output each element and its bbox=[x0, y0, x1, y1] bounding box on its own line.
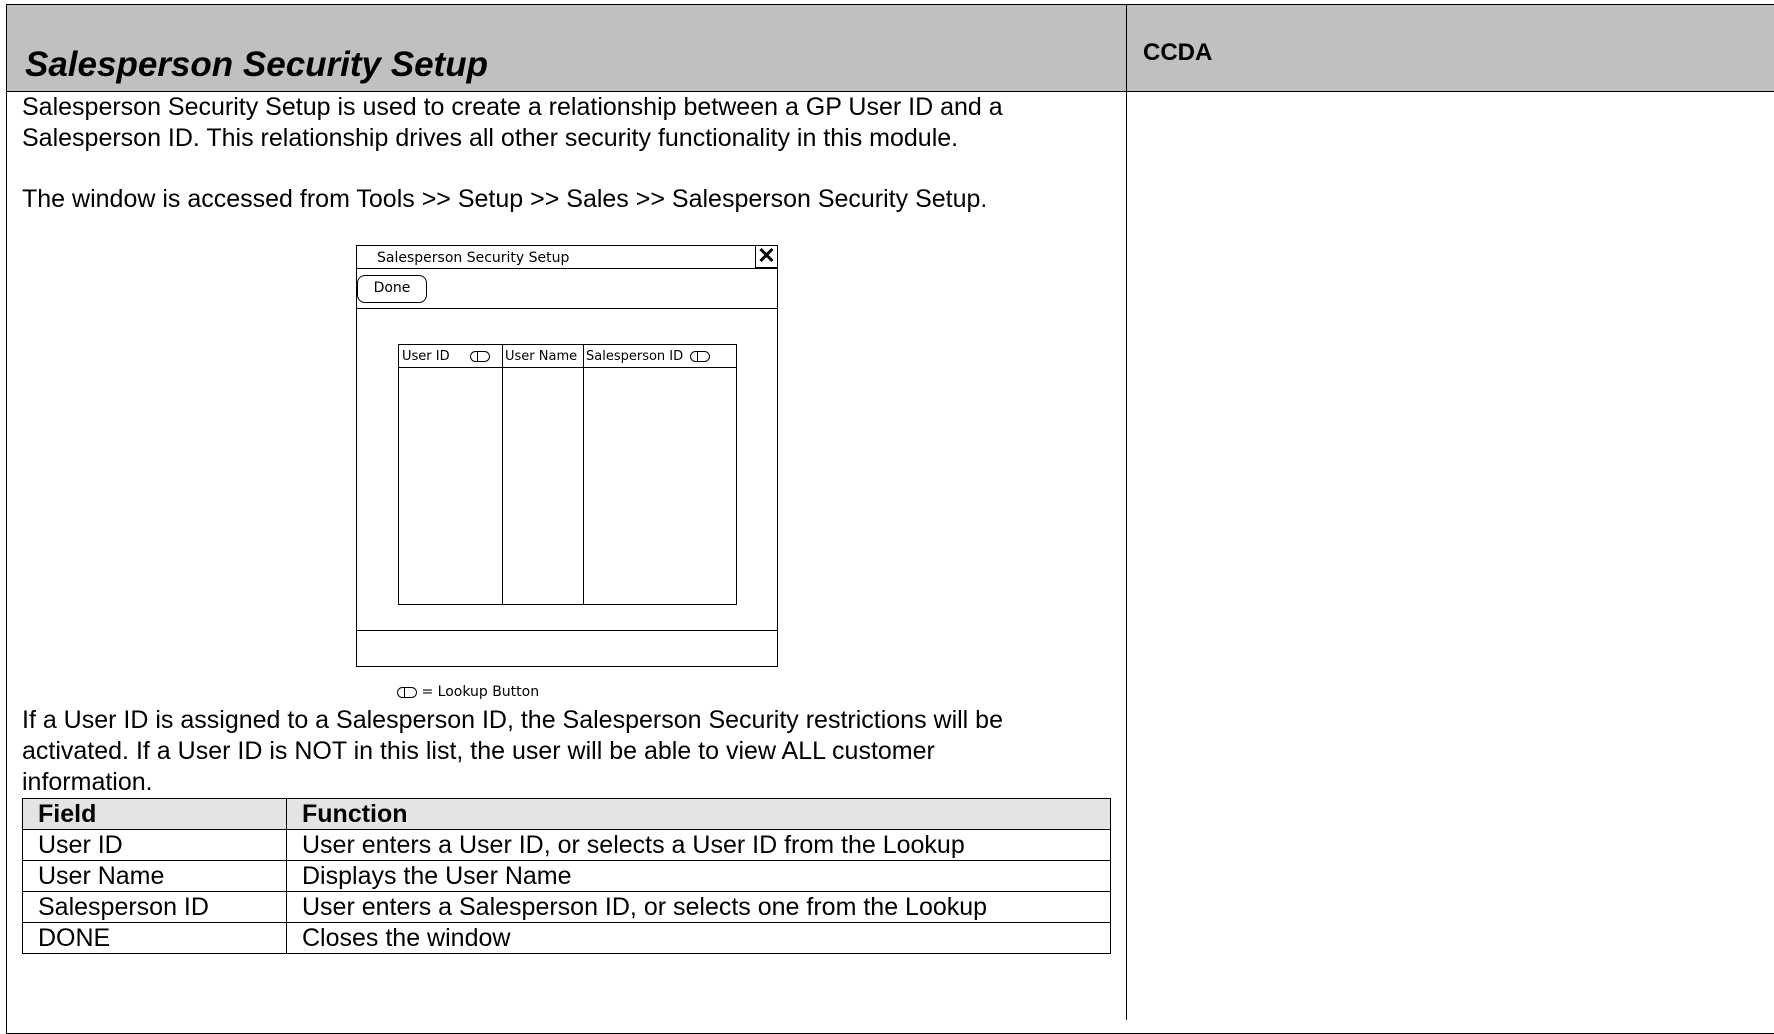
header-field: Field bbox=[22, 798, 287, 830]
page-title: Salesperson Security Setup bbox=[25, 45, 488, 84]
header-function: Function bbox=[286, 798, 1111, 830]
status-divider bbox=[357, 630, 777, 631]
lookup-icon bbox=[397, 686, 417, 698]
salesperson-security-window-mock: Salesperson Security Setup ✕ Done User I… bbox=[356, 245, 778, 667]
table-header-row: Field Function bbox=[22, 798, 1111, 830]
user-salesperson-grid: User ID User Name Salesperson ID bbox=[398, 344, 737, 605]
legend-label: = Lookup Button bbox=[421, 684, 540, 700]
column-header-user-id[interactable]: User ID bbox=[402, 349, 490, 364]
lookup-icon[interactable] bbox=[469, 351, 490, 362]
intro-paragraph: Salesperson Security Setup is used to cr… bbox=[22, 93, 1003, 152]
field-cell: Salesperson ID bbox=[22, 891, 287, 923]
table-row: Salesperson ID User enters a Salesperson… bbox=[22, 891, 1111, 923]
window-title: Salesperson Security Setup bbox=[377, 250, 570, 266]
table-row: User Name Displays the User Name bbox=[22, 860, 1111, 892]
field-cell: DONE bbox=[22, 922, 287, 954]
table-row: DONE Closes the window bbox=[22, 922, 1111, 954]
header-title-cell: Salesperson Security Setup bbox=[6, 4, 1128, 92]
grid-column-divider bbox=[502, 345, 503, 604]
function-cell: Displays the User Name bbox=[286, 860, 1111, 892]
column-label: User ID bbox=[402, 349, 450, 364]
grid-column-divider bbox=[583, 345, 584, 604]
function-cell: Closes the window bbox=[286, 922, 1111, 954]
column-header-user-name: User Name bbox=[505, 349, 577, 364]
close-icon[interactable]: ✕ bbox=[755, 245, 777, 268]
toolbar-divider bbox=[357, 308, 777, 309]
note-paragraph: If a User ID is assigned to a Salesperso… bbox=[22, 706, 1003, 796]
header-tag-cell: CCDA bbox=[1126, 4, 1774, 92]
done-button[interactable]: Done bbox=[357, 275, 427, 303]
access-paragraph: The window is accessed from Tools >> Set… bbox=[22, 185, 988, 213]
lookup-legend: = Lookup Button bbox=[397, 684, 539, 700]
lookup-icon[interactable] bbox=[690, 351, 711, 362]
title-divider bbox=[357, 268, 777, 269]
function-cell: User enters a User ID, or selects a User… bbox=[286, 829, 1111, 861]
header-tag: CCDA bbox=[1143, 39, 1213, 66]
field-function-table: Field Function User ID User enters a Use… bbox=[22, 798, 1111, 954]
column-label: Salesperson ID bbox=[586, 349, 684, 364]
column-header-salesperson-id[interactable]: Salesperson ID bbox=[586, 349, 711, 364]
function-cell: User enters a Salesperson ID, or selects… bbox=[286, 891, 1111, 923]
field-cell: User ID bbox=[22, 829, 287, 861]
column-divider bbox=[1126, 90, 1127, 1020]
column-label: User Name bbox=[505, 349, 578, 364]
table-row: User ID User enters a User ID, or select… bbox=[22, 829, 1111, 861]
grid-header-line bbox=[399, 367, 736, 368]
field-cell: User Name bbox=[22, 860, 287, 892]
